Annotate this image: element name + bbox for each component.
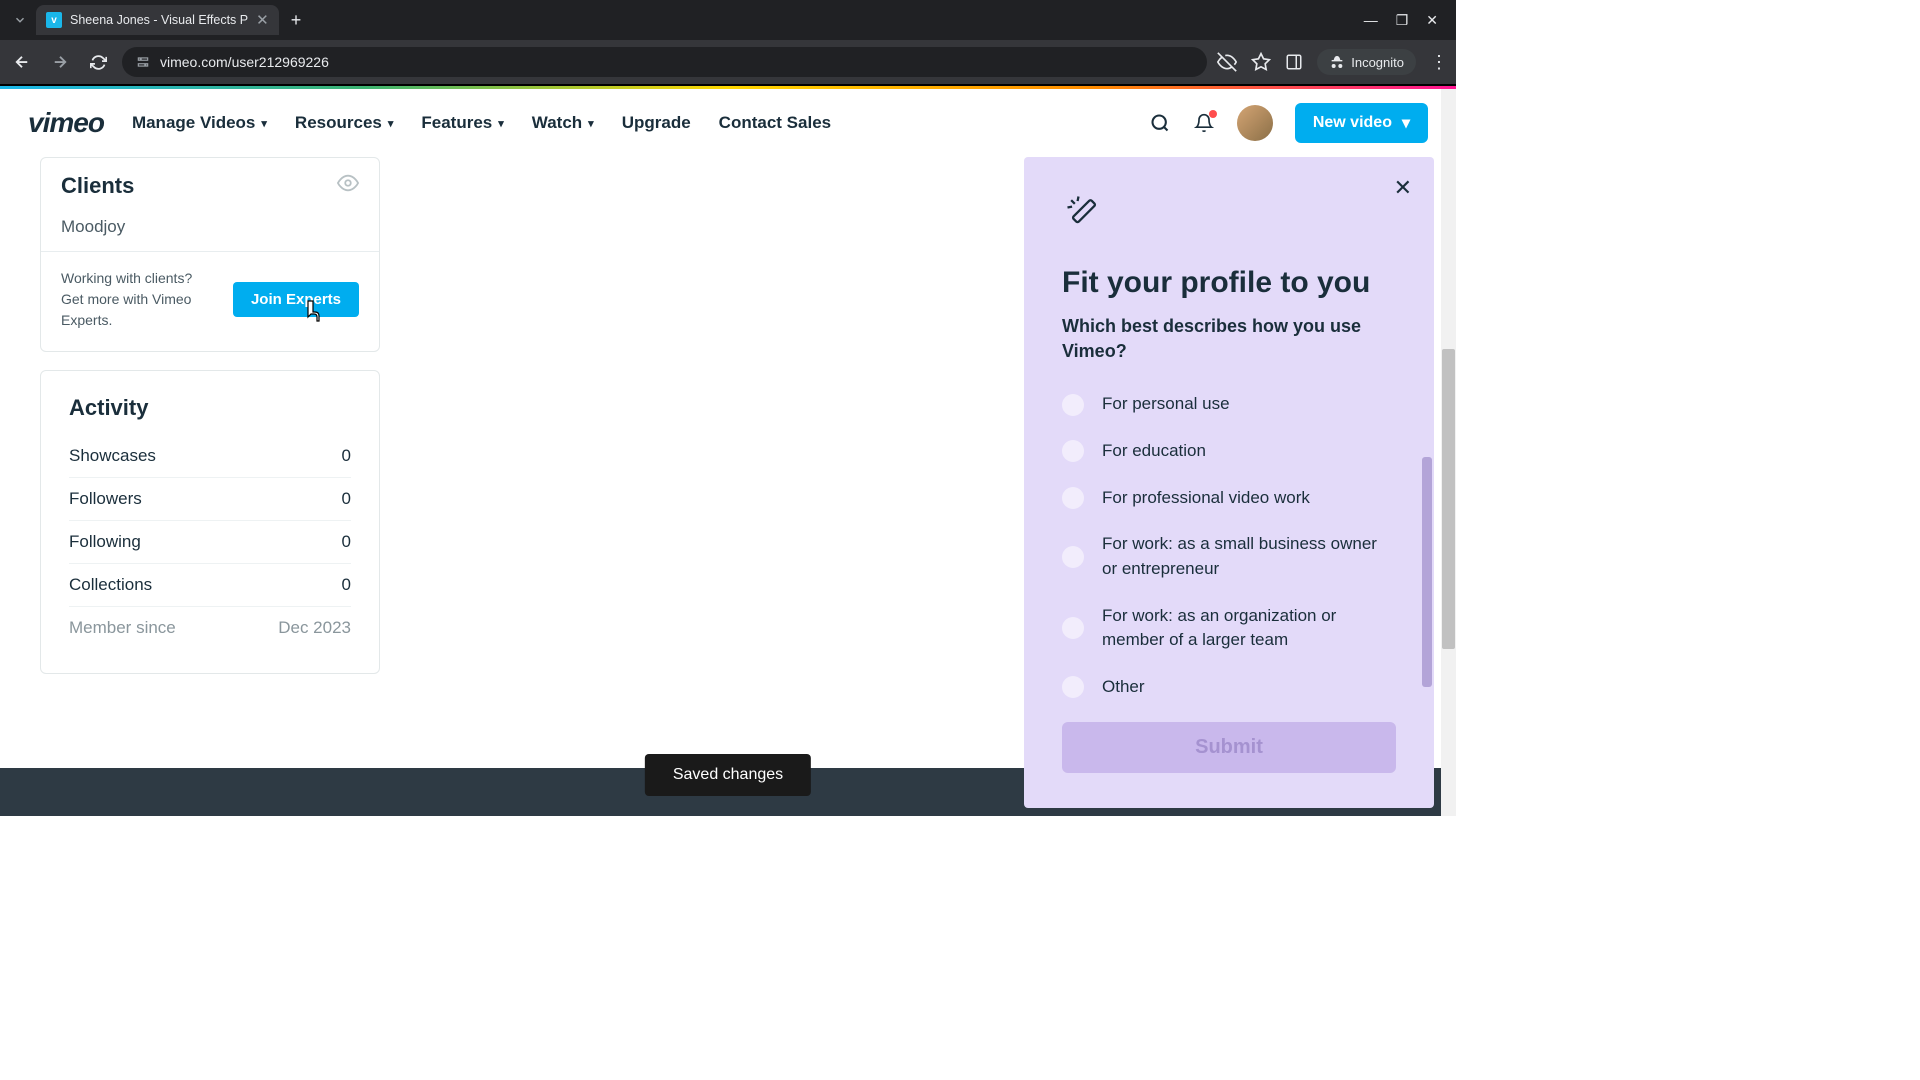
panel-title: Fit your profile to you: [1062, 266, 1396, 300]
toast-saved: Saved changes: [645, 754, 811, 796]
eye-off-icon[interactable]: [1217, 52, 1237, 72]
main-nav: Manage Videos▾ Resources▾ Features▾ Watc…: [132, 113, 831, 133]
activity-row[interactable]: Collections0: [69, 564, 351, 607]
panel-scrollbar[interactable]: [1420, 157, 1432, 808]
nav-manage-videos[interactable]: Manage Videos▾: [132, 113, 267, 133]
profile-survey-panel: ✕ Fit your profile to you Which best des…: [1024, 157, 1434, 808]
chevron-down-icon: ▾: [388, 117, 394, 130]
chevron-down-icon: ▾: [261, 117, 267, 130]
panel-subtitle: Which best describes how you use Vimeo?: [1062, 314, 1396, 364]
browser-chrome: v Sheena Jones - Visual Effects P ✕ + — …: [0, 0, 1456, 86]
notifications-icon[interactable]: [1193, 112, 1215, 134]
wand-icon: [1062, 191, 1396, 240]
survey-option[interactable]: Other: [1062, 675, 1396, 700]
incognito-label: Incognito: [1351, 55, 1404, 70]
notification-dot: [1209, 110, 1217, 118]
chevron-down-icon: ▾: [1402, 113, 1410, 133]
survey-option[interactable]: For education: [1062, 439, 1396, 464]
radio-icon: [1062, 617, 1084, 639]
minimize-icon[interactable]: —: [1364, 12, 1378, 29]
header-actions: New video ▾: [1149, 103, 1428, 143]
incognito-badge[interactable]: Incognito: [1317, 49, 1416, 75]
radio-icon: [1062, 676, 1084, 698]
survey-option[interactable]: For personal use: [1062, 392, 1396, 417]
url-text: vimeo.com/user212969226: [160, 54, 329, 70]
main-content: Clients Moodjoy Working with clients? Ge…: [0, 157, 1456, 816]
scrollbar-thumb[interactable]: [1422, 457, 1432, 687]
forward-button[interactable]: [46, 48, 74, 76]
radio-icon: [1062, 440, 1084, 462]
scrollbar-thumb[interactable]: [1442, 349, 1455, 649]
clients-title: Clients: [61, 173, 134, 199]
activity-row[interactable]: Showcases0: [69, 435, 351, 478]
activity-row[interactable]: Following0: [69, 521, 351, 564]
chevron-down-icon: ▾: [498, 117, 504, 130]
radio-icon: [1062, 487, 1084, 509]
visibility-icon[interactable]: [337, 172, 359, 199]
nav-features[interactable]: Features▾: [421, 113, 503, 133]
browser-menu-icon[interactable]: ⋮: [1430, 52, 1448, 73]
reload-button[interactable]: [84, 48, 112, 76]
clients-card: Clients Moodjoy Working with clients? Ge…: [40, 157, 380, 352]
survey-option[interactable]: For work: as an organization or member o…: [1062, 604, 1396, 653]
submit-button[interactable]: Submit: [1062, 722, 1396, 773]
browser-tab[interactable]: v Sheena Jones - Visual Effects P ✕: [36, 5, 279, 35]
chevron-down-icon: ▾: [588, 117, 594, 130]
tab-bar: v Sheena Jones - Visual Effects P ✕ + — …: [0, 0, 1456, 40]
address-right-icons: Incognito ⋮: [1217, 49, 1448, 75]
site-settings-icon[interactable]: [136, 55, 150, 69]
bookmark-star-icon[interactable]: [1251, 52, 1271, 72]
activity-title: Activity: [69, 395, 351, 421]
back-button[interactable]: [8, 48, 36, 76]
survey-option[interactable]: For work: as a small business owner or e…: [1062, 532, 1396, 581]
page-scrollbar[interactable]: [1441, 89, 1456, 816]
search-icon[interactable]: [1149, 112, 1171, 134]
incognito-icon: [1329, 54, 1345, 70]
close-window-icon[interactable]: ✕: [1426, 12, 1438, 29]
nav-upgrade[interactable]: Upgrade: [622, 113, 691, 133]
window-controls: — ❐ ✕: [1364, 12, 1448, 29]
activity-row: Member sinceDec 2023: [69, 607, 351, 649]
nav-contact-sales[interactable]: Contact Sales: [719, 113, 831, 133]
address-bar: vimeo.com/user212969226 Incognito ⋮: [0, 40, 1456, 86]
join-experts-button[interactable]: Join Experts: [233, 282, 359, 317]
favicon-icon: v: [46, 12, 62, 28]
close-panel-icon[interactable]: ✕: [1394, 175, 1412, 201]
tab-title: Sheena Jones - Visual Effects P: [70, 13, 248, 27]
new-tab-button[interactable]: +: [283, 6, 310, 35]
site-header: vimeo Manage Videos▾ Resources▾ Features…: [0, 89, 1456, 157]
activity-row[interactable]: Followers0: [69, 478, 351, 521]
tab-close-icon[interactable]: ✕: [256, 11, 269, 29]
maximize-icon[interactable]: ❐: [1396, 12, 1409, 29]
client-item[interactable]: Moodjoy: [41, 207, 379, 252]
url-field[interactable]: vimeo.com/user212969226: [122, 47, 1207, 77]
tab-search-icon[interactable]: [8, 8, 32, 32]
nav-watch[interactable]: Watch▾: [532, 113, 594, 133]
new-video-button[interactable]: New video ▾: [1295, 103, 1428, 143]
survey-option[interactable]: For professional video work: [1062, 486, 1396, 511]
side-panel-icon[interactable]: [1285, 53, 1303, 71]
vimeo-logo[interactable]: vimeo: [28, 107, 104, 139]
activity-card: Activity Showcases0 Followers0 Following…: [40, 370, 380, 674]
nav-resources[interactable]: Resources▾: [295, 113, 393, 133]
avatar[interactable]: [1237, 105, 1273, 141]
radio-icon: [1062, 546, 1084, 568]
radio-icon: [1062, 394, 1084, 416]
experts-pitch: Working with clients? Get more with Vime…: [61, 268, 217, 331]
